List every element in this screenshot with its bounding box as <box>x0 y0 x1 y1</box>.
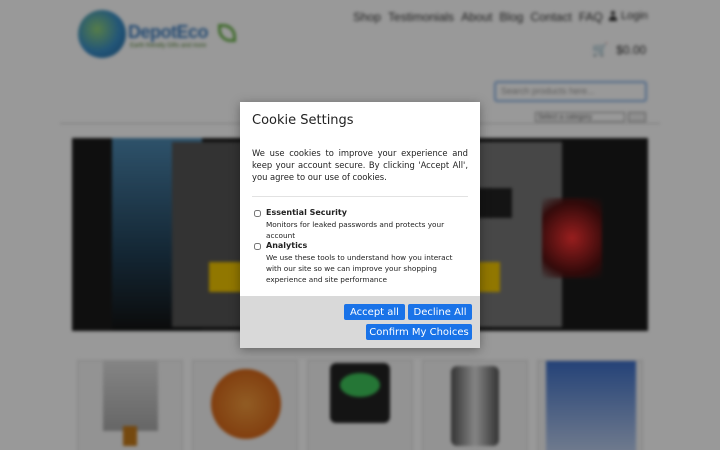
accept-all-button[interactable]: Accept all <box>344 304 405 320</box>
modal-title: Cookie Settings <box>252 113 354 128</box>
cookie-settings-modal: Cookie Settings We use cookies to improv… <box>240 102 480 348</box>
decline-all-button[interactable]: Decline All <box>408 304 472 320</box>
option-description: We use these tools to understand how you… <box>266 253 453 284</box>
option-title: Essential Security <box>266 208 347 217</box>
modal-description: We use cookies to improve your experienc… <box>252 148 468 182</box>
option-description: Monitors for leaked passwords and protec… <box>266 220 445 240</box>
essential-security-checkbox[interactable] <box>254 210 261 217</box>
option-title: Analytics <box>266 241 308 250</box>
modal-divider <box>252 196 468 197</box>
modal-footer: Accept all Decline All Confirm My Choice… <box>240 296 480 348</box>
confirm-choices-button[interactable]: Confirm My Choices <box>366 324 472 340</box>
analytics-checkbox[interactable] <box>254 243 261 250</box>
